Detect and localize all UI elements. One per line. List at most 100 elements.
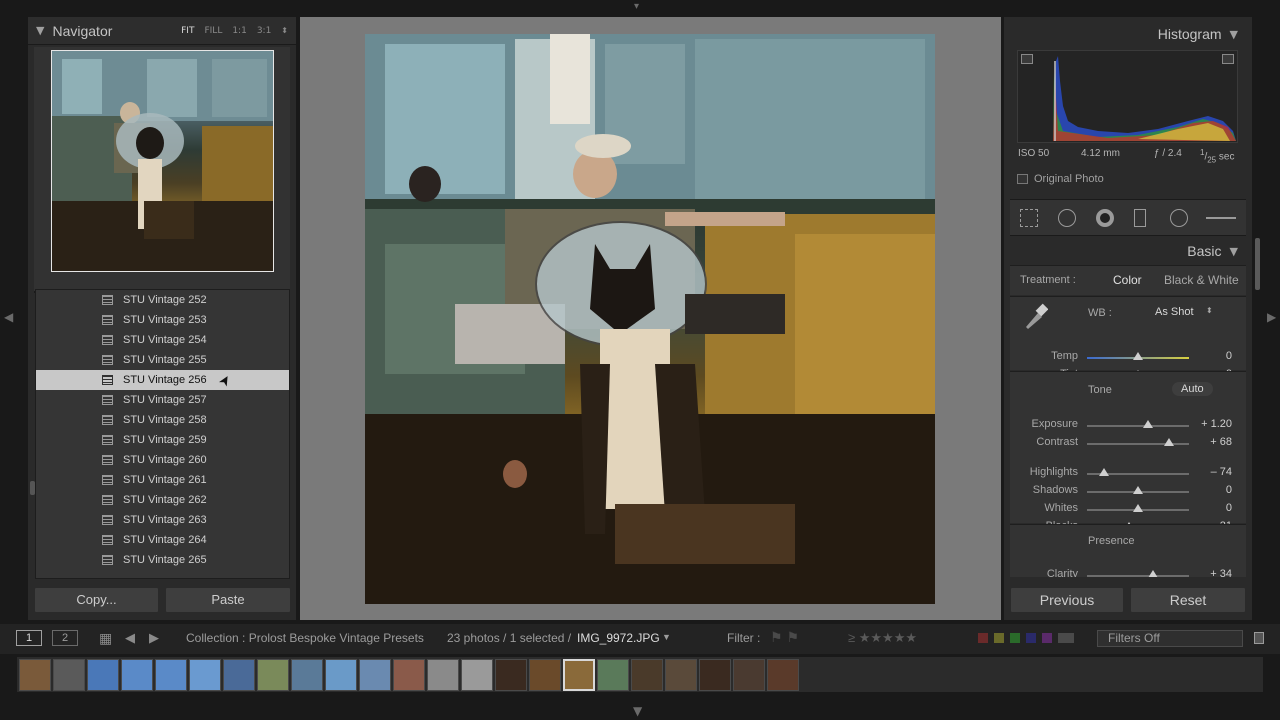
wb-stepper-icon[interactable]: ⬍ — [1206, 306, 1213, 315]
preset-item[interactable]: STU Vintage 257 — [36, 390, 289, 410]
navigator-preview-image[interactable] — [51, 50, 274, 272]
graduated-filter-icon[interactable] — [1134, 209, 1146, 227]
slider-value[interactable]: 0 — [1192, 484, 1232, 496]
forward-arrow-icon[interactable]: ▶ — [149, 630, 159, 646]
color-label-filter-icons[interactable] — [978, 633, 1074, 643]
zoom-fill[interactable]: FILL — [204, 26, 222, 36]
slider-value[interactable]: 0 — [1192, 502, 1232, 514]
left-scrollbar-thumb[interactable] — [30, 481, 35, 495]
preset-item[interactable]: STU Vintage 264 — [36, 530, 289, 550]
filmstrip-thumbnail[interactable] — [257, 659, 289, 691]
preset-item[interactable]: STU Vintage 258 — [36, 410, 289, 430]
radial-filter-icon[interactable] — [1170, 209, 1188, 227]
filmstrip-thumbnail[interactable] — [529, 659, 561, 691]
selected-filename[interactable]: IMG_9972.JPG — [577, 631, 660, 645]
shadow-clipping-icon[interactable] — [1021, 54, 1033, 64]
filmstrip-thumbnail[interactable] — [767, 659, 799, 691]
filmstrip-thumbnail[interactable] — [155, 659, 187, 691]
filmstrip-thumbnail[interactable] — [393, 659, 425, 691]
slider-value[interactable]: 0 — [1192, 350, 1232, 362]
filmstrip-thumbnail[interactable] — [189, 659, 221, 691]
slider-handle[interactable] — [1133, 486, 1143, 494]
presets-list[interactable]: STU Vintage 252 STU Vintage 253 STU Vintag… — [35, 289, 290, 579]
filmstrip-thumbnail[interactable] — [563, 659, 595, 691]
secondary-window-button[interactable]: 2 — [52, 630, 78, 646]
slider-track[interactable] — [1087, 443, 1189, 445]
preset-item[interactable]: STU Vintage 253 — [36, 310, 289, 330]
filmstrip[interactable] — [17, 657, 1263, 692]
filmstrip-thumbnail[interactable] — [665, 659, 697, 691]
slider-value[interactable]: + 34 — [1192, 568, 1232, 577]
slider-value[interactable]: + 1.20 — [1192, 418, 1232, 430]
previous-button[interactable]: Previous — [1010, 587, 1124, 613]
preset-item[interactable]: STU Vintage 262 — [36, 490, 289, 510]
slider-value[interactable]: – 74 — [1192, 466, 1232, 478]
original-photo-toggle[interactable]: Original Photo — [1017, 173, 1104, 185]
preset-item[interactable]: STU Vintage 254 — [36, 330, 289, 350]
slider-handle[interactable] — [1163, 438, 1174, 446]
left-panel-toggle-icon[interactable]: ◀ — [4, 311, 13, 323]
filmstrip-thumbnail[interactable] — [325, 659, 357, 691]
treatment-color-option[interactable]: Color — [1113, 273, 1142, 287]
slider-track[interactable] — [1087, 575, 1189, 577]
original-photo-checkbox[interactable] — [1017, 174, 1028, 184]
zoom-1-1[interactable]: 1:1 — [232, 26, 246, 36]
collection-name[interactable]: Collection : Prolost Bespoke Vintage Pre… — [186, 631, 424, 645]
auto-tone-button[interactable]: Auto — [1172, 382, 1213, 396]
filmstrip-thumbnail[interactable] — [495, 659, 527, 691]
rating-filter-stars-icon[interactable]: ≥ ★★★★★ — [848, 630, 917, 646]
zoom-fit[interactable]: FIT — [181, 26, 194, 36]
preset-item[interactable]: STU Vintage 263 — [36, 510, 289, 530]
preset-item[interactable]: STU Vintage 265 — [36, 550, 289, 570]
filmstrip-thumbnail[interactable] — [121, 659, 153, 691]
highlight-clipping-icon[interactable] — [1222, 54, 1234, 64]
main-image-area[interactable] — [300, 17, 1001, 620]
right-panel-toggle-icon[interactable]: ▶ — [1267, 311, 1276, 323]
slider-handle[interactable] — [1099, 468, 1110, 476]
filmstrip-thumbnail[interactable] — [461, 659, 493, 691]
histogram-header[interactable]: Histogram ▼ — [1010, 21, 1246, 47]
filmstrip-thumbnail[interactable] — [631, 659, 663, 691]
slider-handle[interactable] — [1133, 504, 1143, 512]
preset-item[interactable]: STU Vintage 259 — [36, 430, 289, 450]
slider-handle[interactable] — [1143, 420, 1154, 428]
zoom-stepper-icon[interactable]: ⬍ — [281, 26, 288, 35]
slider-handle[interactable] — [1133, 352, 1143, 360]
collapse-triangle-icon[interactable]: ▼ — [1230, 245, 1238, 258]
eyedropper-icon[interactable] — [1022, 303, 1048, 329]
bottom-panel-toggle-icon[interactable]: ▼ — [633, 705, 642, 717]
slider-track[interactable] — [1087, 425, 1189, 427]
preset-item[interactable]: STU Vintage 255 — [36, 350, 289, 370]
filmstrip-thumbnail[interactable] — [597, 659, 629, 691]
filter-presets-dropdown[interactable]: Filters Off — [1097, 630, 1243, 647]
filename-menu-icon[interactable]: ▼ — [662, 632, 671, 642]
red-eye-icon[interactable] — [1096, 209, 1114, 227]
filmstrip-thumbnail[interactable] — [291, 659, 323, 691]
filmstrip-thumbnail[interactable] — [53, 659, 85, 691]
grid-view-icon[interactable]: ▦ — [99, 630, 112, 647]
top-panel-toggle-icon[interactable]: ▾ — [634, 2, 639, 12]
basic-header[interactable]: Basic ▼ — [1010, 238, 1246, 264]
flag-filter-icons[interactable]: ⚑ ⚑ — [770, 629, 799, 646]
reset-button[interactable]: Reset — [1130, 587, 1246, 613]
filmstrip-thumbnail[interactable] — [427, 659, 459, 691]
crop-tool-icon[interactable] — [1020, 209, 1038, 227]
navigator-preview-area[interactable] — [34, 47, 290, 293]
zoom-3-1[interactable]: 3:1 — [257, 26, 271, 36]
adjustment-brush-icon[interactable] — [1206, 217, 1236, 219]
preset-item[interactable]: STU Vintage 261 — [36, 470, 289, 490]
primary-window-button[interactable]: 1 — [16, 630, 42, 646]
paste-button[interactable]: Paste — [165, 587, 291, 613]
slider-value[interactable]: + 68 — [1192, 436, 1232, 448]
filter-lock-icon[interactable] — [1254, 632, 1264, 644]
preset-item[interactable]: STU Vintage 256 ➤ — [36, 370, 289, 390]
copy-button[interactable]: Copy... — [34, 587, 159, 613]
right-scrollbar-thumb[interactable] — [1255, 238, 1260, 290]
filmstrip-thumbnail[interactable] — [359, 659, 391, 691]
preset-item[interactable]: STU Vintage 260 — [36, 450, 289, 470]
main-photo[interactable] — [365, 34, 935, 604]
spot-removal-icon[interactable] — [1058, 209, 1076, 227]
back-arrow-icon[interactable]: ◀ — [125, 630, 135, 646]
filmstrip-thumbnail[interactable] — [223, 659, 255, 691]
collapse-triangle-icon[interactable]: ▼ — [1230, 28, 1238, 41]
